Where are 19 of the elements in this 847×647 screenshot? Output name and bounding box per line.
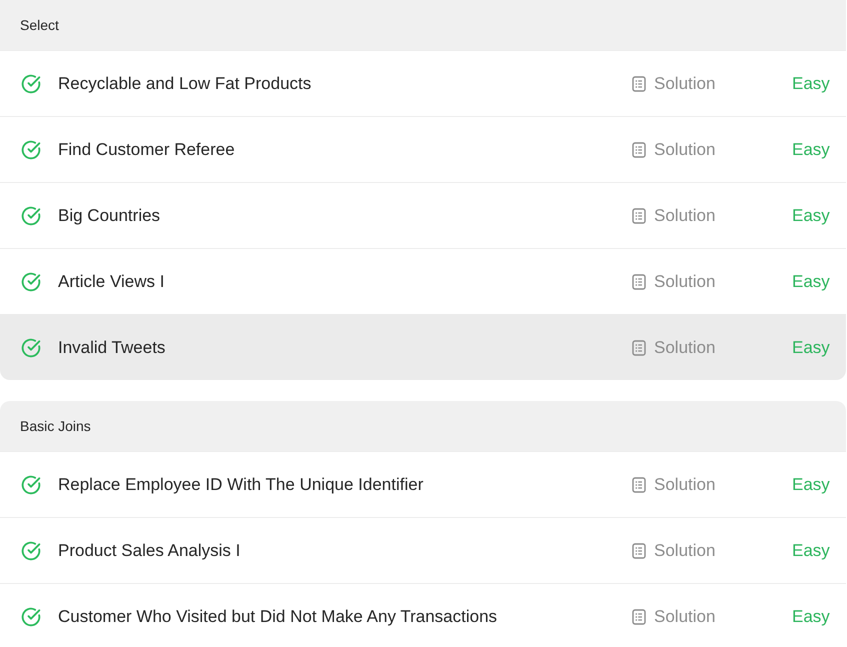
problem-title[interactable]: Article Views I: [58, 272, 632, 292]
document-icon: [632, 608, 646, 624]
problem-title[interactable]: Product Sales Analysis I: [58, 540, 632, 560]
document-icon: [632, 208, 646, 224]
problem-title[interactable]: Invalid Tweets: [58, 338, 632, 358]
problem-row[interactable]: Invalid Tweets Solution Easy: [0, 314, 846, 380]
problem-title[interactable]: Find Customer Referee: [58, 140, 632, 160]
document-icon: [632, 76, 646, 92]
section-title: Basic Joins: [20, 418, 91, 434]
problem-title[interactable]: Big Countries: [58, 206, 632, 226]
section-title: Select: [20, 17, 59, 33]
document-icon: [632, 476, 646, 492]
problem-title[interactable]: Recyclable and Low Fat Products: [58, 74, 632, 94]
document-icon: [632, 340, 646, 356]
document-icon: [632, 542, 646, 558]
document-icon: [632, 274, 646, 290]
problem-title[interactable]: Customer Who Visited but Did Not Make Any Transactions: [58, 606, 632, 626]
document-icon: [632, 142, 646, 158]
problem-title[interactable]: Replace Employee ID With The Unique Identifier: [58, 474, 632, 494]
